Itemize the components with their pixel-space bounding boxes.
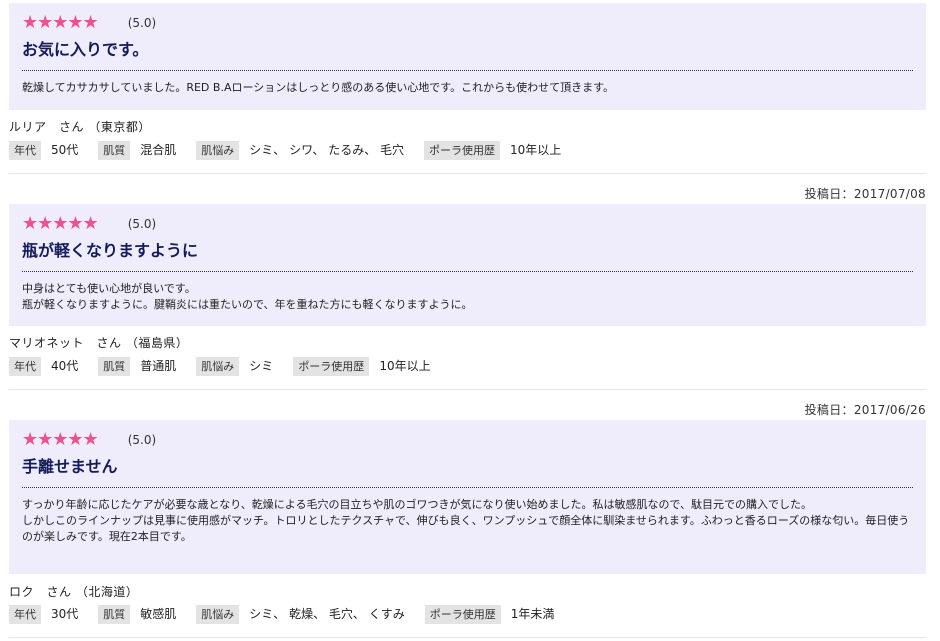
review-box: ★★★★★ (5.0) 瓶が軽くなりますように 中身はとても使い心地が良いです。… <box>9 204 926 326</box>
attr-label-skin-concern: 肌悩み <box>196 605 240 624</box>
reviewer-attributes: 年代 30代 肌質 敏感肌 肌悩み シミ、 乾燥、 毛穴、 くすみ ポーラ使用歴… <box>9 605 574 624</box>
reviewer-attributes: 年代 50代 肌質 混合肌 肌悩み シミ、 シワ、 たるみ、 毛穴 ポーラ使用歴… <box>9 141 581 160</box>
rating-row: ★★★★★ (5.0) <box>22 214 156 234</box>
rating-score: (5.0) <box>127 16 157 30</box>
attr-value-usage-history: 10年以上 <box>379 359 431 373</box>
dotted-divider <box>22 271 913 272</box>
reviewer-name: ロク さん （北海道） <box>9 585 139 599</box>
review-body: 乾燥してカサカサしていました。RED B.Aローションはしっとり感のある使い心地… <box>22 80 912 96</box>
attr-value-skin-type: 敏感肌 <box>140 607 177 621</box>
attr-label-usage-history: ポーラ使用歴 <box>293 357 370 376</box>
star-rating-icon: ★★★★★ <box>22 213 99 234</box>
review-body: 中身はとても使い心地が良いです。 瓶が軽くなりますように。腱鞘炎には重たいので、… <box>22 281 912 313</box>
review-list: ★★★★★ (5.0) お気に入りです。 乾燥してカサカサしていました。RED … <box>0 0 940 641</box>
review-body-line: 中身はとても使い心地が良いです。 <box>22 282 196 295</box>
post-date: 投稿日：2017/06/26 <box>804 403 926 417</box>
review-separator <box>9 389 926 390</box>
review-box: ★★★★★ (5.0) お気に入りです。 乾燥してカサカサしていました。RED … <box>9 3 926 110</box>
reviewer-name: マリオネット さん （福島県） <box>9 336 189 350</box>
attr-value-skin-type: 混合肌 <box>140 143 177 157</box>
attr-value-usage-history: 1年未満 <box>510 607 555 621</box>
reviewer-name: ルリア さん （東京都） <box>9 120 151 134</box>
rating-score: (5.0) <box>127 217 157 231</box>
attr-value-usage-history: 10年以上 <box>510 143 562 157</box>
review-body-line: 瓶が軽くなりますように。腱鞘炎には重たいので、年を重ねた方にも軽くなりますように… <box>22 298 473 311</box>
attr-label-usage-history: ポーラ使用歴 <box>424 605 501 624</box>
review-box: ★★★★★ (5.0) 手離せません すっかり年齢に応じたケアが必要な歳となり、… <box>9 420 926 574</box>
attr-value-skin-concern: シミ <box>249 359 274 373</box>
attr-label-skin-concern: 肌悩み <box>196 357 240 376</box>
review-body-line: 乾燥してカサカサしていました。RED B.Aローションはしっとり感のある使い心地… <box>22 81 615 94</box>
attr-label-usage-history: ポーラ使用歴 <box>424 141 501 160</box>
rating-row: ★★★★★ (5.0) <box>22 13 156 33</box>
review-body-line: すっかり年齢に応じたケアが必要な歳となり、乾燥による毛穴の目立ちや肌のゴワつきが… <box>22 498 813 511</box>
review-title: 瓶が軽くなりますように <box>22 241 199 260</box>
attr-value-age: 30代 <box>51 607 79 621</box>
attr-value-age: 50代 <box>51 143 79 157</box>
star-rating-icon: ★★★★★ <box>22 12 99 33</box>
attr-label-skin-type: 肌質 <box>98 357 131 376</box>
attr-label-age: 年代 <box>9 605 41 624</box>
dotted-divider <box>22 70 913 71</box>
rating-row: ★★★★★ (5.0) <box>22 430 156 450</box>
review-title: お気に入りです。 <box>22 40 149 59</box>
attr-label-age: 年代 <box>9 141 41 160</box>
attr-value-skin-concern: シミ、 乾燥、 毛穴、 くすみ <box>249 607 405 621</box>
attr-value-skin-concern: シミ、 シワ、 たるみ、 毛穴 <box>249 143 405 157</box>
review-separator <box>9 173 926 174</box>
review-body: すっかり年齢に応じたケアが必要な歳となり、乾燥による毛穴の目立ちや肌のゴワつきが… <box>22 497 912 545</box>
rating-score: (5.0) <box>127 433 157 447</box>
attr-label-skin-type: 肌質 <box>98 605 131 624</box>
attr-label-skin-concern: 肌悩み <box>196 141 240 160</box>
attr-value-skin-type: 普通肌 <box>140 359 177 373</box>
attr-label-age: 年代 <box>9 357 41 376</box>
star-rating-icon: ★★★★★ <box>22 429 99 450</box>
dotted-divider <box>22 487 913 488</box>
review-separator <box>9 637 926 638</box>
attr-value-age: 40代 <box>51 359 79 373</box>
review-title: 手離せません <box>22 457 118 476</box>
review-body-line: しかしこのラインナップは見事に使用感がマッチ。トロリとしたテクスチャで、伸びも良… <box>22 514 910 543</box>
attr-label-skin-type: 肌質 <box>98 141 131 160</box>
reviewer-attributes: 年代 40代 肌質 普通肌 肌悩み シミ ポーラ使用歴 10年以上 <box>9 357 451 376</box>
post-date: 投稿日：2017/07/08 <box>804 187 926 201</box>
